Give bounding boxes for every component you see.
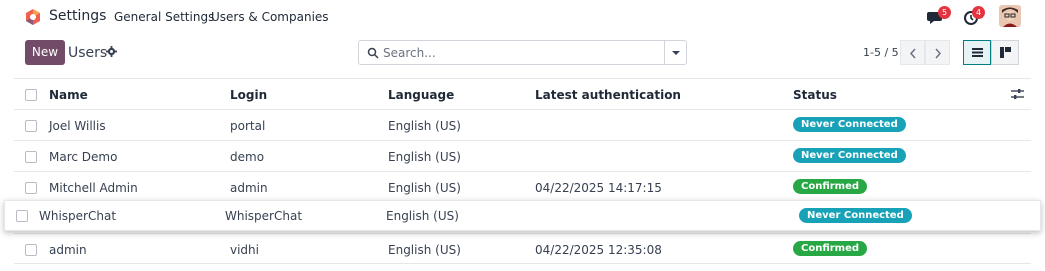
pager-next-button[interactable] bbox=[925, 40, 950, 65]
cell-login: admin bbox=[230, 181, 268, 195]
cell-name: Mitchell Admin bbox=[49, 181, 138, 195]
gear-icon[interactable] bbox=[106, 46, 117, 57]
status-badge: Never Connected bbox=[793, 148, 906, 163]
optional-columns-icon[interactable] bbox=[1011, 88, 1024, 100]
cell-language: English (US) bbox=[388, 181, 461, 195]
status-badge: Confirmed bbox=[793, 179, 868, 194]
table-row[interactable]: Marc Demo demo English (US) Never Connec… bbox=[14, 140, 1031, 171]
table-header: Name Login Language Latest authenticatio… bbox=[14, 78, 1031, 109]
cell-language: English (US) bbox=[388, 150, 461, 164]
cell-name: Joel Willis bbox=[49, 119, 106, 133]
status-badge: Confirmed bbox=[793, 241, 868, 256]
row-checkbox[interactable] bbox=[25, 120, 37, 132]
row-checkbox[interactable] bbox=[16, 210, 28, 222]
pager-previous-button[interactable] bbox=[900, 40, 925, 65]
cell-latest-authentication: 04/22/2025 12:35:08 bbox=[535, 243, 662, 257]
list-icon bbox=[972, 48, 983, 57]
cell-login: vidhi bbox=[230, 243, 259, 257]
table-row[interactable]: admin vidhi English (US) 04/22/2025 12:3… bbox=[14, 233, 1031, 264]
cell-login: portal bbox=[230, 119, 266, 133]
menu-general-settings[interactable]: General Settings bbox=[114, 10, 214, 24]
new-button[interactable]: New bbox=[25, 40, 65, 65]
kanban-view-button[interactable] bbox=[991, 40, 1019, 65]
pager-value[interactable]: 1-5 / 5 bbox=[863, 46, 899, 59]
column-header-name[interactable]: Name bbox=[49, 88, 88, 102]
cell-name: Marc Demo bbox=[49, 150, 118, 164]
cell-login: WhisperChat bbox=[225, 209, 303, 223]
status-badge: Never Connected bbox=[799, 208, 912, 223]
kanban-icon bbox=[1000, 47, 1011, 58]
column-header-language[interactable]: Language bbox=[388, 88, 454, 102]
row-checkbox[interactable] bbox=[25, 244, 37, 256]
cell-name: WhisperChat bbox=[39, 209, 117, 223]
search-bar[interactable] bbox=[358, 40, 687, 65]
table-row[interactable]: Mitchell Admin admin English (US) 04/22/… bbox=[14, 171, 1031, 202]
messages-badge: 5 bbox=[938, 6, 951, 19]
row-checkbox[interactable] bbox=[25, 151, 37, 163]
top-navbar: Settings General Settings Users & Compan… bbox=[0, 0, 1045, 34]
cell-name: admin bbox=[49, 243, 87, 257]
select-all-checkbox[interactable] bbox=[25, 89, 37, 101]
cell-login: demo bbox=[230, 150, 265, 164]
user-avatar[interactable] bbox=[999, 5, 1021, 27]
cell-language: English (US) bbox=[388, 243, 461, 257]
search-input[interactable] bbox=[383, 45, 663, 61]
row-checkbox[interactable] bbox=[25, 182, 37, 194]
menu-users-companies[interactable]: Users & Companies bbox=[211, 10, 329, 24]
status-badge: Never Connected bbox=[793, 117, 906, 132]
dragged-table-row[interactable]: WhisperChat WhisperChat English (US) Nev… bbox=[4, 200, 1041, 231]
column-header-latest-authentication[interactable]: Latest authentication bbox=[535, 88, 681, 102]
column-header-status[interactable]: Status bbox=[793, 88, 837, 102]
search-icon bbox=[367, 47, 379, 59]
app-name[interactable]: Settings bbox=[49, 8, 106, 24]
list-view-button[interactable] bbox=[963, 40, 991, 65]
column-header-login[interactable]: Login bbox=[230, 88, 267, 102]
cell-language: English (US) bbox=[386, 209, 459, 223]
settings-app-icon[interactable] bbox=[24, 8, 42, 26]
table-row[interactable]: Joel Willis portal English (US) Never Co… bbox=[14, 109, 1031, 140]
cell-language: English (US) bbox=[388, 119, 461, 133]
search-dropdown-toggle[interactable] bbox=[664, 41, 686, 64]
cell-latest-authentication: 04/22/2025 14:17:15 bbox=[535, 181, 662, 195]
breadcrumb-users: Users bbox=[68, 45, 108, 61]
activities-badge: 4 bbox=[972, 6, 985, 19]
